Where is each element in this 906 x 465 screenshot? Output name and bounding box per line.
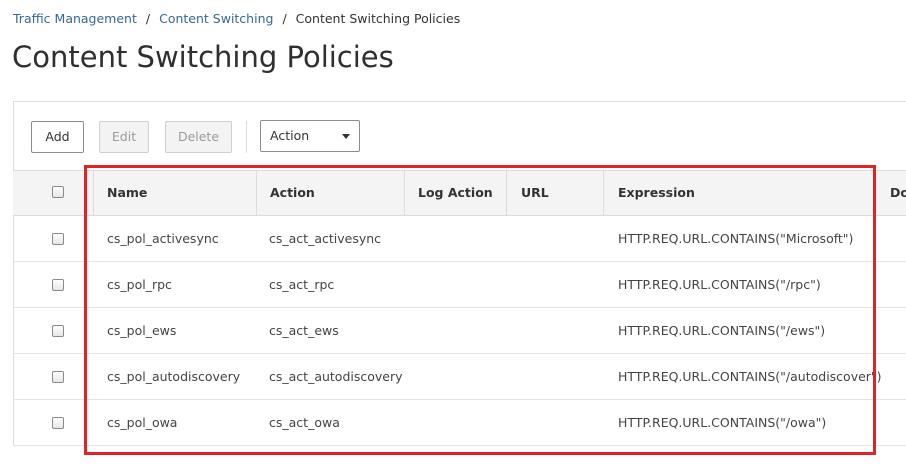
column-divider bbox=[875, 171, 876, 215]
cell-expression: HTTP.REQ.URL.CONTAINS("/owa") bbox=[618, 415, 827, 430]
column-header-name[interactable]: Name bbox=[107, 171, 147, 215]
table-row[interactable]: cs_pol_ews cs_act_ews HTTP.REQ.URL.CONTA… bbox=[13, 308, 906, 354]
caret-down-icon bbox=[342, 134, 350, 139]
cell-expression: HTTP.REQ.URL.CONTAINS("/autodiscover") bbox=[618, 369, 882, 384]
cell-name: cs_pol_ews bbox=[107, 323, 177, 338]
table-row[interactable]: cs_pol_owa cs_act_owa HTTP.REQ.URL.CONTA… bbox=[13, 400, 906, 446]
table-row[interactable]: cs_pol_autodiscovery cs_act_autodiscover… bbox=[13, 354, 906, 400]
column-divider bbox=[256, 171, 257, 215]
column-header-expression[interactable]: Expression bbox=[618, 171, 695, 215]
row-checkbox[interactable] bbox=[52, 279, 64, 291]
column-header-do[interactable]: Do bbox=[890, 171, 906, 215]
breadcrumb-separator: / bbox=[145, 11, 151, 26]
cell-expression: HTTP.REQ.URL.CONTAINS("/rpc") bbox=[618, 277, 821, 292]
column-divider bbox=[404, 171, 405, 215]
row-checkbox[interactable] bbox=[52, 325, 64, 337]
cell-action: cs_act_autodiscovery bbox=[269, 369, 403, 384]
row-checkbox[interactable] bbox=[52, 417, 64, 429]
add-button[interactable]: Add bbox=[31, 121, 84, 153]
column-header-url[interactable]: URL bbox=[521, 171, 549, 215]
table-header: Name Action Log Action URL Expression Do bbox=[13, 170, 906, 216]
cell-action: cs_act_rpc bbox=[269, 277, 335, 292]
cell-expression: HTTP.REQ.URL.CONTAINS("/ews") bbox=[618, 323, 826, 338]
cell-name: cs_pol_autodiscovery bbox=[107, 369, 241, 384]
cell-action: cs_act_owa bbox=[269, 415, 340, 430]
action-dropdown-label: Action bbox=[270, 128, 310, 143]
column-header-action[interactable]: Action bbox=[270, 171, 315, 215]
toolbar-divider bbox=[246, 121, 247, 153]
cell-action: cs_act_ews bbox=[269, 323, 339, 338]
page-title: Content Switching Policies bbox=[12, 40, 394, 74]
breadcrumb-link-content-switching[interactable]: Content Switching bbox=[159, 11, 273, 26]
table-row[interactable]: cs_pol_activesync cs_act_activesync HTTP… bbox=[13, 216, 906, 262]
column-divider bbox=[506, 171, 507, 215]
column-divider bbox=[603, 171, 604, 215]
cell-name: cs_pol_rpc bbox=[107, 277, 172, 292]
table-row[interactable]: cs_pol_rpc cs_act_rpc HTTP.REQ.URL.CONTA… bbox=[13, 262, 906, 308]
cell-expression: HTTP.REQ.URL.CONTAINS("Microsoft") bbox=[618, 231, 854, 246]
action-dropdown[interactable]: Action bbox=[260, 120, 360, 152]
breadcrumb: Traffic Management / Content Switching / Con… bbox=[13, 11, 460, 26]
column-divider bbox=[93, 171, 94, 215]
cell-action: cs_act_activesync bbox=[269, 231, 382, 246]
breadcrumb-link-traffic-management[interactable]: Traffic Management bbox=[13, 11, 137, 26]
cell-name: cs_pol_owa bbox=[107, 415, 178, 430]
breadcrumb-current: Content Switching Policies bbox=[295, 11, 461, 26]
row-checkbox[interactable] bbox=[52, 371, 64, 383]
edit-button[interactable]: Edit bbox=[99, 121, 149, 153]
delete-button[interactable]: Delete bbox=[165, 121, 232, 153]
select-all-checkbox[interactable] bbox=[52, 186, 64, 198]
column-header-log-action[interactable]: Log Action bbox=[418, 171, 493, 215]
row-checkbox[interactable] bbox=[52, 233, 64, 245]
breadcrumb-separator: / bbox=[282, 11, 287, 26]
cell-name: cs_pol_activesync bbox=[107, 231, 219, 246]
